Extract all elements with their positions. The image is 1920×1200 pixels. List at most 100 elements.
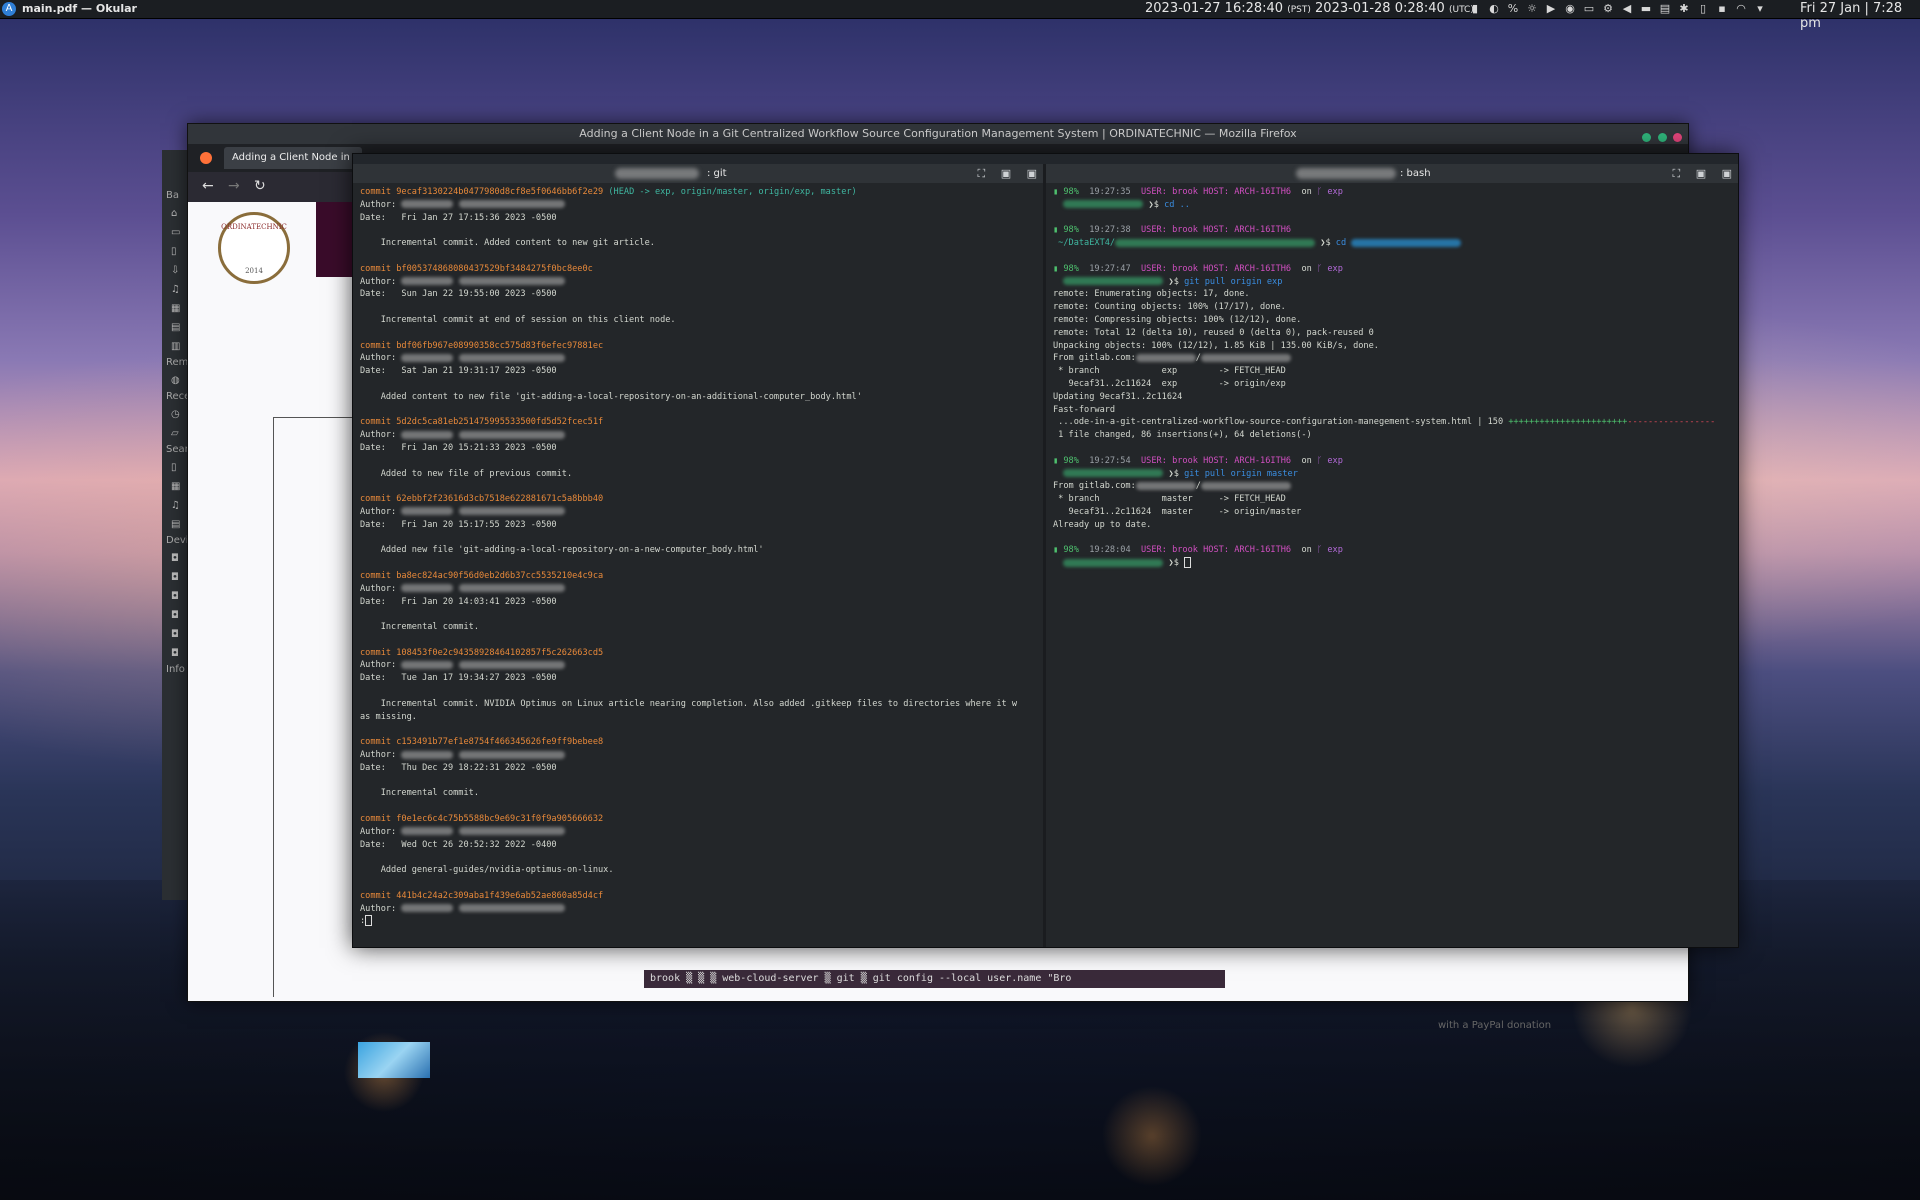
prompt-command-line: ~/DataEXT4/ ❯$ cd bbox=[1053, 237, 1738, 250]
drive-icon[interactable]: ◘ bbox=[171, 572, 183, 584]
redacted-text bbox=[1200, 481, 1291, 490]
search-video-icon[interactable]: ▤ bbox=[171, 519, 183, 531]
maximize-pane-icon[interactable]: ⛶ bbox=[1672, 167, 1680, 180]
git-log-output[interactable]: commit 9ecaf3130224b0477980d8cf8e5f0646b… bbox=[353, 183, 1043, 928]
pane-title: : bash bbox=[1400, 168, 1431, 179]
prompt-command-line: ❯$ cd .. bbox=[1053, 199, 1738, 212]
lock-icon[interactable]: ▯ bbox=[1696, 2, 1710, 15]
world-clocks[interactable]: 2023-01-27 16:28:40 (PST) 2023-01-28 0:2… bbox=[1145, 1, 1474, 16]
command-output: Already up to date. bbox=[1053, 519, 1152, 530]
paypal-donation-text: with a PayPal donation bbox=[1438, 1020, 1552, 1031]
terminal-pane-git[interactable]: : git ⛶ ▣ ▣ commit 9ecaf3130224b0477980d… bbox=[353, 164, 1046, 947]
top-panel: A main.pdf — Okular 2023-01-27 16:28:40 … bbox=[0, 0, 1920, 31]
battery-icon[interactable]: ▬ bbox=[1639, 2, 1653, 15]
recent-locations-icon[interactable]: ▱ bbox=[171, 428, 183, 440]
article-thumbnail[interactable] bbox=[358, 1042, 430, 1078]
usb-icon[interactable]: ▤ bbox=[1658, 2, 1672, 15]
home-icon[interactable]: ⌂ bbox=[171, 208, 183, 220]
back-icon[interactable]: ← bbox=[202, 178, 214, 194]
prompt-status-line: ▮ 98% 19:28:04 USER: brook HOST: ARCH-16… bbox=[1053, 544, 1738, 557]
search-documents-icon[interactable]: ▯ bbox=[171, 462, 183, 474]
diff-deletions-bar: ----------------- bbox=[1627, 417, 1716, 428]
desktop-icon[interactable]: ▭ bbox=[171, 227, 183, 239]
browser-tab[interactable]: Adding a Client Node in a Git C bbox=[224, 147, 362, 169]
pager-prompt: : bbox=[360, 915, 1043, 928]
vpn-icon[interactable]: ▶ bbox=[1544, 2, 1558, 15]
close-button[interactable] bbox=[1673, 133, 1682, 142]
prompt-host-label: HOST: bbox=[1203, 455, 1229, 466]
author-label: Author: bbox=[360, 826, 397, 837]
prompt-command-line: ❯$ bbox=[1053, 557, 1738, 570]
konsole-titlebar[interactable] bbox=[353, 154, 1738, 164]
minimize-button[interactable] bbox=[1642, 133, 1651, 142]
redacted-text bbox=[401, 750, 454, 759]
terminal-pane-bash[interactable]: : bash ⛶ ▣ ▣ ▮ 98% 19:27:35 USER: brook … bbox=[1046, 164, 1738, 947]
timer-icon[interactable]: % bbox=[1506, 2, 1520, 15]
command-output: 9ecaf31..2c11624 master -> origin/master bbox=[1053, 506, 1302, 517]
maximize-button[interactable] bbox=[1657, 133, 1667, 142]
author-label: Author: bbox=[360, 903, 397, 914]
wifi-icon[interactable]: ◠ bbox=[1734, 2, 1748, 15]
drive-icon[interactable]: ◘ bbox=[171, 648, 183, 660]
recent-files-icon[interactable]: ◷ bbox=[171, 409, 183, 421]
redacted-text bbox=[458, 660, 565, 669]
forward-icon[interactable]: → bbox=[228, 178, 240, 194]
downloads-icon[interactable]: ⇩ bbox=[171, 265, 183, 277]
search-audio-icon[interactable]: ♫ bbox=[171, 500, 183, 512]
commit-hash: commit bdf06fb967e08990358cc575d83f6efec… bbox=[360, 340, 604, 351]
author-label: Author: bbox=[360, 199, 397, 210]
redacted-text bbox=[458, 750, 565, 759]
firefox-titlebar[interactable]: Adding a Client Node in a Git Centralize… bbox=[188, 124, 1688, 144]
read-only-icon[interactable]: ▣ bbox=[1696, 167, 1706, 180]
trash-icon[interactable]: ▥ bbox=[171, 341, 183, 353]
screenshot-icon[interactable]: ◉ bbox=[1563, 2, 1577, 15]
diff-insertions-bar: +++++++++++++++++++++++ bbox=[1508, 417, 1628, 428]
activity-monitor-icon[interactable]: ▣ bbox=[1027, 167, 1037, 180]
redacted-text bbox=[401, 277, 454, 286]
clipboard-icon[interactable]: ▭ bbox=[1582, 2, 1596, 15]
read-only-icon[interactable]: ▣ bbox=[1001, 167, 1011, 180]
prompt-path: ~/DataEXT4/ bbox=[1053, 238, 1116, 249]
drive-icon[interactable]: ◘ bbox=[171, 629, 183, 641]
activity-monitor-icon[interactable]: ▣ bbox=[1722, 167, 1732, 180]
pictures-icon[interactable]: ▦ bbox=[171, 303, 183, 315]
command-output: remote: Counting objects: 100% (17/17), … bbox=[1053, 302, 1286, 313]
terminal-cursor bbox=[365, 915, 373, 927]
drive-icon[interactable]: ◘ bbox=[171, 610, 183, 622]
music-icon[interactable]: ♫ bbox=[171, 284, 183, 296]
power-icon[interactable]: ◐ bbox=[1487, 2, 1501, 15]
code-block: brook ▒ ▒ ▒ web-cloud-server ▒ git ▒ git… bbox=[644, 970, 1225, 988]
videos-icon[interactable]: ▤ bbox=[171, 322, 183, 334]
pane-header: : bash ⛶ ▣ ▣ bbox=[1046, 164, 1738, 183]
site-banner bbox=[316, 202, 356, 277]
drive-icon[interactable]: ◘ bbox=[171, 591, 183, 603]
prompt-status-line: ▮ 98% 19:27:47 USER: brook HOST: ARCH-16… bbox=[1053, 263, 1738, 276]
prompt-host-label: HOST: bbox=[1203, 545, 1229, 556]
network-icon[interactable]: ◍ bbox=[171, 375, 183, 387]
drive-icon[interactable]: ◘ bbox=[171, 553, 183, 565]
digital-clock[interactable]: Fri 27 Jan | 7:28 pm bbox=[1800, 1, 1920, 31]
site-logo[interactable]: ORDINATECHNIC 2014 bbox=[218, 212, 290, 284]
prompt-branch: ᚴ exp bbox=[1317, 187, 1343, 197]
maximize-pane-icon[interactable]: ⛶ bbox=[977, 167, 985, 180]
cpu-icon[interactable]: ▮ bbox=[1468, 2, 1482, 15]
notifications-icon[interactable]: ✱ bbox=[1677, 2, 1691, 15]
info-icon[interactable]: ▪ bbox=[1715, 2, 1729, 15]
documents-icon[interactable]: ▯ bbox=[171, 246, 183, 258]
prompt-user-label: USER: bbox=[1141, 263, 1167, 274]
bluetooth-icon[interactable]: ⚙ bbox=[1601, 2, 1615, 15]
application-launcher-button[interactable]: A bbox=[2, 2, 16, 16]
reload-icon[interactable]: ↻ bbox=[254, 178, 266, 194]
media-icon[interactable]: ☼ bbox=[1525, 2, 1539, 15]
search-images-icon[interactable]: ▦ bbox=[171, 481, 183, 493]
volume-icon[interactable]: ◀ bbox=[1620, 2, 1634, 15]
commit-line: commit 9ecaf3130224b0477980d8cf8e5f0646b… bbox=[360, 186, 1043, 199]
bash-output[interactable]: ▮ 98% 19:27:35 USER: brook HOST: ARCH-16… bbox=[1046, 183, 1738, 583]
expand-tray-icon[interactable]: ▾ bbox=[1753, 2, 1767, 15]
